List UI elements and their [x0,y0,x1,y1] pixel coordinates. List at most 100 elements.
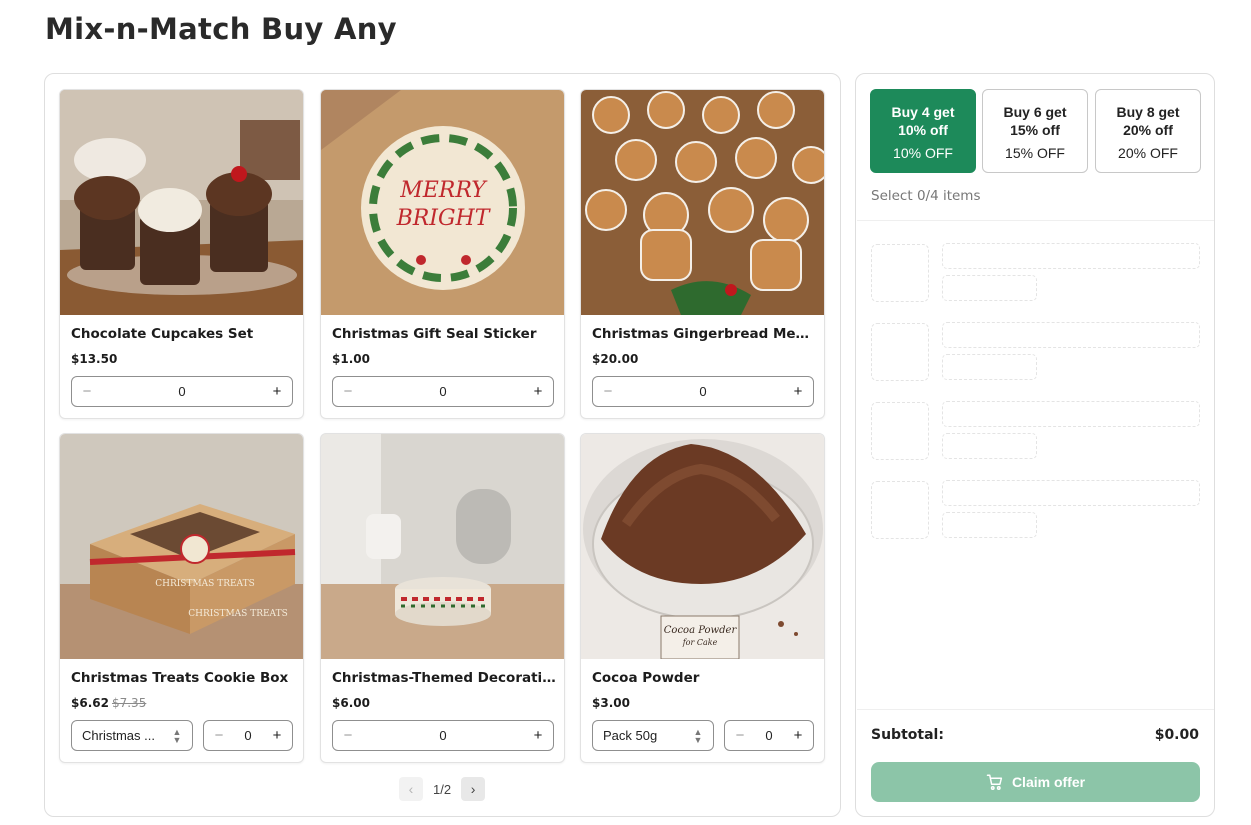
quantity-value[interactable]: 0 [226,728,270,743]
product-image[interactable] [60,90,303,315]
cocoa-label-text: for Cake [682,638,718,647]
slot-thumbnail-placeholder [871,323,929,381]
product-price: $6.00 [332,696,370,710]
product-image[interactable]: MERRY BRIGHT [321,90,564,315]
slot-thumbnail-placeholder [871,244,929,302]
tier-title: Buy 6 get [1003,104,1067,120]
box-text: CHRISTMAS TREATS [188,609,288,619]
product-card: Cocoa Powder for Cake Cocoa Powder $3.00… [580,433,825,763]
page-title: Mix-n-Match Buy Any [45,12,397,46]
product-card: Christmas-Themed Decorativ... $6.00 − 0 … [320,433,565,763]
tier-badge: 10% OFF [893,145,953,161]
tier-buy-6[interactable]: Buy 6 get 15% off 15% OFF [982,89,1088,173]
product-price: $1.00 [332,352,370,366]
chevron-right-icon[interactable]: › [461,777,486,801]
product-price: $3.00 [592,696,630,710]
quantity-value[interactable]: 0 [747,728,791,743]
product-card: MERRY BRIGHT Christmas Gift Seal Sticker… [320,89,565,419]
quantity-stepper: − 0 + [724,720,814,751]
offer-panel: Buy 4 get 10% off 10% OFF Buy 6 get 15% of… [855,73,1215,817]
slot-line-placeholder [942,512,1037,538]
product-card: Christmas Gingerbread Men... $20.00 − 0 … [580,89,825,419]
tier-title: Buy 4 get [891,104,955,120]
tier-title: Buy 8 get [1116,104,1180,120]
slot-line-placeholder [942,480,1200,506]
product-name[interactable]: Christmas Gingerbread Men... [592,326,817,342]
subtotal-label: Subtotal: [871,727,944,743]
minus-icon[interactable]: − [80,383,94,400]
plus-icon[interactable]: + [791,383,805,400]
pagination: ‹ 1/2 › [399,777,486,801]
product-price: $20.00 [592,352,639,366]
chevron-left-icon[interactable]: ‹ [399,777,423,801]
product-image[interactable]: Cocoa Powder for Cake [581,434,824,659]
quantity-stepper: − 0 + [332,720,554,751]
tier-discount: 10% off [898,122,948,138]
product-name[interactable]: Chocolate Cupcakes Set [71,326,296,342]
quantity-value[interactable]: 0 [615,384,791,399]
page-indicator: 1/2 [433,781,452,797]
slot-line-placeholder [942,401,1200,427]
quantity-value[interactable]: 0 [355,384,531,399]
plus-icon[interactable]: + [270,727,284,744]
divider [857,220,1214,221]
cart-icon [986,774,1003,790]
slot-line-placeholder [942,243,1200,269]
slot-line-placeholder [942,433,1037,459]
slot-thumbnail-placeholder [871,481,929,539]
minus-icon[interactable]: − [341,383,355,400]
chevron-updown-icon: ▲ ▼ [693,726,703,745]
quantity-stepper: − 0 + [71,376,293,407]
plus-icon[interactable]: + [531,727,545,744]
product-image[interactable]: CHRISTMAS TREATS CHRISTMAS TREATS [60,434,303,659]
quantity-stepper: − 0 + [332,376,554,407]
plus-icon[interactable]: + [791,727,805,744]
quantity-value[interactable]: 0 [94,384,270,399]
variant-select[interactable]: Pack 50g ▲ ▼ [592,720,714,751]
chevron-updown-icon: ▲ ▼ [172,726,182,745]
product-name[interactable]: Cocoa Powder [592,670,817,686]
quantity-value[interactable]: 0 [355,728,531,743]
tier-badge: 20% OFF [1118,145,1178,161]
sticker-text-1: MERRY [399,178,488,203]
product-price: $6.62 $7.35 [71,696,147,710]
tier-buy-8[interactable]: Buy 8 get 20% off 20% OFF [1095,89,1201,173]
claim-offer-label: Claim offer [1011,774,1086,790]
sticker-text-2: BRIGHT [396,206,492,231]
box-text: CHRISTMAS TREATS [155,579,255,589]
tier-badge: 15% OFF [1005,145,1065,161]
tier-discount: 20% off [1123,122,1173,138]
product-card: CHRISTMAS TREATS CHRISTMAS TREATS Christ… [59,433,304,763]
product-name[interactable]: Christmas Treats Cookie Box [71,670,296,686]
quantity-stepper: − 0 + [592,376,814,407]
tier-discount: 15% off [1010,122,1060,138]
quantity-stepper: − 0 + [203,720,293,751]
product-price: $13.50 [71,352,118,366]
product-image[interactable] [581,90,824,315]
original-price: $7.35 [111,696,147,710]
minus-icon[interactable]: − [733,727,747,744]
claim-offer-button[interactable]: Claim offer [871,762,1200,802]
minus-icon[interactable]: − [341,727,355,744]
product-image[interactable] [321,434,564,659]
slot-line-placeholder [942,322,1200,348]
slot-line-placeholder [942,354,1037,380]
minus-icon[interactable]: − [212,727,226,744]
slot-thumbnail-placeholder [871,402,929,460]
products-panel: Chocolate Cupcakes Set $13.50 − 0 + MERR… [44,73,841,817]
product-name[interactable]: Christmas-Themed Decorativ... [332,670,557,686]
subtotal-value: $0.00 [1154,727,1199,743]
divider [857,709,1214,710]
slot-line-placeholder [942,275,1037,301]
tier-buy-4[interactable]: Buy 4 get 10% off 10% OFF [870,89,976,173]
variant-select[interactable]: Christmas ... ▲ ▼ [71,720,193,751]
cocoa-label-text: Cocoa Powder [664,625,738,636]
plus-icon[interactable]: + [270,383,284,400]
variant-value: Pack 50g [603,728,658,743]
product-card: Chocolate Cupcakes Set $13.50 − 0 + [59,89,304,419]
plus-icon[interactable]: + [531,383,545,400]
selection-status: Select 0/4 items [871,188,981,204]
variant-value: Christmas ... [82,728,155,743]
product-name[interactable]: Christmas Gift Seal Sticker [332,326,557,342]
minus-icon[interactable]: − [601,383,615,400]
